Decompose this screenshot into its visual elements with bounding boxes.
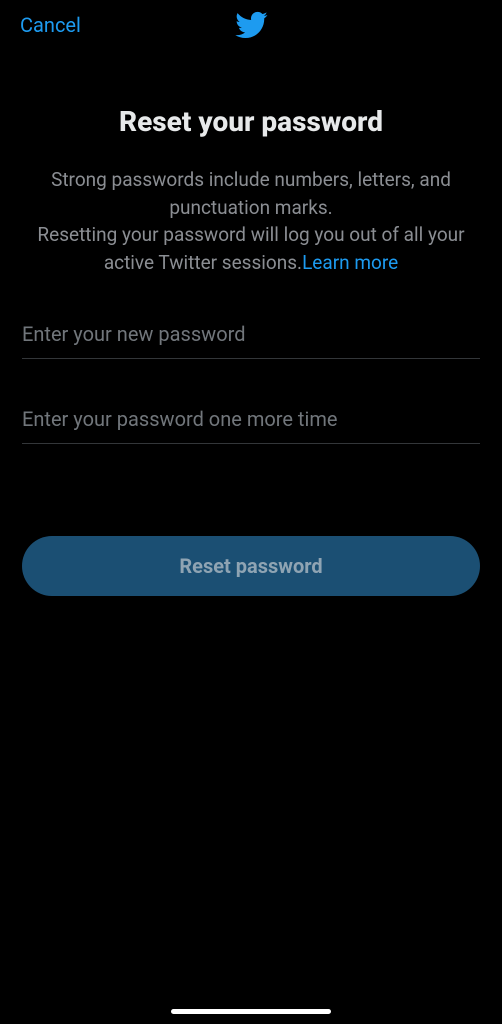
new-password-input[interactable] [22,314,480,359]
page-title: Reset your password [22,105,480,138]
reset-password-button[interactable]: Reset password [22,536,480,596]
learn-more-link[interactable]: Learn more [302,251,398,274]
description-text: Strong passwords include numbers, letter… [22,166,480,276]
home-indicator [171,1009,331,1014]
cancel-button[interactable]: Cancel [20,13,81,37]
twitter-logo-icon [234,8,268,42]
confirm-password-input[interactable] [22,399,480,444]
description-line-2: Resetting your password will log you out… [37,223,464,274]
description-line-1: Strong passwords include numbers, letter… [51,168,451,219]
